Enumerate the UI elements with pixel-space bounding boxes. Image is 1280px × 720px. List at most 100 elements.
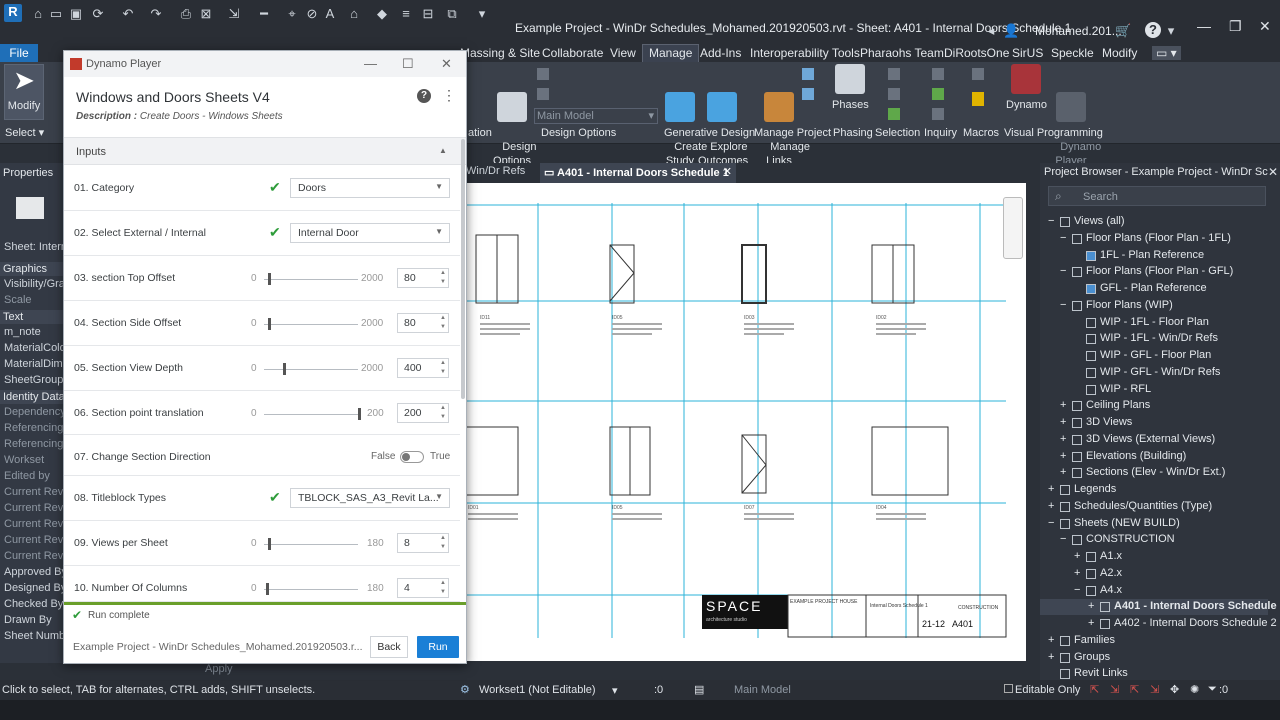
dynamo-close-icon[interactable]: ✕ [441, 56, 452, 72]
expand-icon[interactable]: + [1088, 600, 1094, 612]
slider-track[interactable] [264, 279, 358, 280]
expand-icon[interactable]: + [1074, 567, 1080, 579]
browser-item[interactable]: +3D Views [1040, 415, 1268, 431]
editable-only-checkbox[interactable] [1004, 684, 1013, 693]
prop-checked-by[interactable]: Checked By [4, 598, 63, 610]
group-graphics[interactable]: Graphics [0, 262, 66, 276]
browser-item[interactable]: − Floor Plans (Floor Plan - GFL) [1040, 264, 1268, 280]
prop-visibility[interactable]: Visibility/Gra [4, 278, 65, 290]
help-icon[interactable]: ? [1145, 22, 1161, 38]
restore-icon[interactable]: ❐ [1229, 18, 1242, 35]
prop-current-revision-3[interactable]: Current Revi [4, 518, 66, 530]
prop-scale[interactable]: Scale [4, 294, 32, 306]
browser-item[interactable]: + Legends [1040, 482, 1268, 498]
expand-icon[interactable]: + [1060, 450, 1066, 462]
browser-item[interactable]: + Families [1040, 633, 1268, 649]
section-icon[interactable]: ◆ [374, 6, 390, 22]
group-text[interactable]: Text [0, 310, 66, 324]
prop-sheet-number[interactable]: Sheet Numb [4, 630, 65, 642]
number-stepper[interactable]: 4 ▲ ▼ [397, 578, 449, 598]
sync-icon[interactable]: ⟳ [90, 6, 106, 22]
number-stepper[interactable]: 200 ▲ ▼ [397, 403, 449, 423]
slider-thumb[interactable] [268, 273, 271, 285]
close-icon[interactable]: ✕ [1259, 18, 1271, 35]
thin-lines-icon[interactable]: ≡ [398, 6, 414, 22]
tab-manage[interactable]: Manage [642, 44, 700, 62]
prop-sheet-group[interactable]: SheetGroup [4, 374, 63, 386]
expand-icon[interactable]: + [1048, 651, 1054, 663]
prop-designed-by[interactable]: Designed By [4, 582, 66, 594]
expand-icon[interactable]: + [1060, 466, 1066, 478]
browser-item[interactable]: 1FL - Plan Reference [1040, 248, 1268, 264]
tab-sirus[interactable]: SirUS [1012, 46, 1043, 60]
tab-add-ins[interactable]: Add-Ins [700, 46, 741, 60]
main-model-dropdown[interactable]: Main Model ▾ [534, 108, 658, 124]
selection-small-icon[interactable] [888, 68, 900, 80]
browser-item[interactable]: GFL - Plan Reference [1040, 281, 1268, 297]
drag-elements-icon[interactable]: ✥ [1170, 683, 1179, 696]
browser-item[interactable]: WIP - GFL - Floor Plan [1040, 348, 1268, 364]
expand-icon[interactable]: + [1048, 483, 1054, 495]
browser-item[interactable]: + A2.x [1040, 566, 1268, 582]
expand-icon[interactable]: + [1060, 399, 1066, 411]
inquiry-small-icon-2[interactable] [932, 88, 944, 100]
open-icon[interactable]: ▭ [48, 6, 64, 22]
option-small-icon-2[interactable] [537, 88, 549, 100]
prop-current-revision-4[interactable]: Current Revi [4, 534, 66, 546]
workset-selector[interactable]: Workset1 (Not Editable) [479, 684, 596, 696]
prop-edited-by[interactable]: Edited by [4, 470, 50, 482]
input-dropdown[interactable]: Doors ▼ [290, 178, 450, 198]
modify-button[interactable]: ➤ Modify [4, 64, 44, 120]
spinner-arrows-icon[interactable]: ▲ ▼ [440, 579, 446, 597]
apply-button[interactable]: Apply [205, 663, 241, 677]
select-by-face-icon[interactable]: ⇲ [1150, 683, 1159, 696]
spinner-arrows-icon[interactable]: ▲ ▼ [440, 359, 446, 377]
browser-search-input[interactable]: ⌕ Search [1048, 186, 1266, 206]
select-links-icon[interactable]: ⇱ [1090, 683, 1099, 696]
tab-pharaohs-team[interactable]: Pharaohs Team [860, 46, 944, 60]
browser-item[interactable]: WIP - 1FL - Floor Plan [1040, 315, 1268, 331]
expand-icon[interactable]: + [1074, 550, 1080, 562]
browser-item[interactable]: +3D Views (External Views) [1040, 432, 1268, 448]
dynamo-button[interactable]: Dynamo [1006, 64, 1047, 112]
collapse-icon[interactable]: − [1060, 232, 1066, 244]
collapse-icon[interactable]: − [1074, 584, 1080, 596]
view-tab-win-dr-refs[interactable]: Win/Dr Refs [466, 165, 525, 177]
run-button[interactable]: Run [417, 636, 459, 658]
input-dropdown[interactable]: Internal Door ▼ [290, 223, 450, 243]
browser-item[interactable]: + Schedules/Quantities (Type) [1040, 499, 1268, 515]
browser-item[interactable]: − A4.x [1040, 583, 1268, 599]
browser-item[interactable]: WIP - RFL [1040, 382, 1268, 398]
revit-logo-icon[interactable]: R [4, 4, 22, 22]
prop-current-revision-2[interactable]: Current Revi [4, 502, 66, 514]
save-icon[interactable]: ▣ [68, 6, 84, 22]
expand-icon[interactable]: + [1088, 617, 1094, 629]
option-small-icon[interactable] [537, 68, 549, 80]
tab-modify[interactable]: Modify [1102, 46, 1137, 60]
slider-track[interactable] [264, 324, 358, 325]
browser-item[interactable]: WIP - 1FL - Win/Dr Refs [1040, 331, 1268, 347]
prop-workset[interactable]: Workset [4, 454, 44, 466]
browser-item[interactable]: + A402 - Internal Doors Schedule 2 [1040, 616, 1277, 632]
browser-item[interactable]: WIP - GFL - Win/Dr Refs [1040, 365, 1268, 381]
select-underlay-icon[interactable]: ⇲ [1110, 683, 1119, 696]
close-tab-icon[interactable]: ✕ [723, 165, 732, 178]
browser-item[interactable]: − CONSTRUCTION [1040, 532, 1268, 548]
phases-button[interactable]: Phases [832, 64, 869, 112]
project-small-icon[interactable] [802, 68, 814, 80]
customize-icon[interactable]: ▾ [474, 6, 490, 22]
number-stepper[interactable]: 8 ▲ ▼ [397, 533, 449, 553]
filter-icon[interactable]: ⏷ [1208, 683, 1217, 696]
help-dropdown-icon[interactable]: ▾ [1163, 23, 1179, 39]
slider-track[interactable] [264, 369, 358, 370]
expand-icon[interactable]: + [1060, 416, 1066, 428]
undo-icon[interactable]: ↶ [120, 6, 136, 22]
user-icon[interactable]: 👤 [1003, 23, 1019, 39]
more-options-icon[interactable]: ⋮ [442, 87, 456, 104]
spinner-arrows-icon[interactable]: ▲ ▼ [440, 269, 446, 287]
slider-thumb[interactable] [358, 408, 361, 420]
inquiry-small-icon[interactable] [932, 68, 944, 80]
prop-drawn-by[interactable]: Drawn By [4, 614, 52, 626]
cart-icon[interactable]: 🛒 [1115, 23, 1131, 39]
browser-item[interactable]: + A1.x [1040, 549, 1268, 565]
